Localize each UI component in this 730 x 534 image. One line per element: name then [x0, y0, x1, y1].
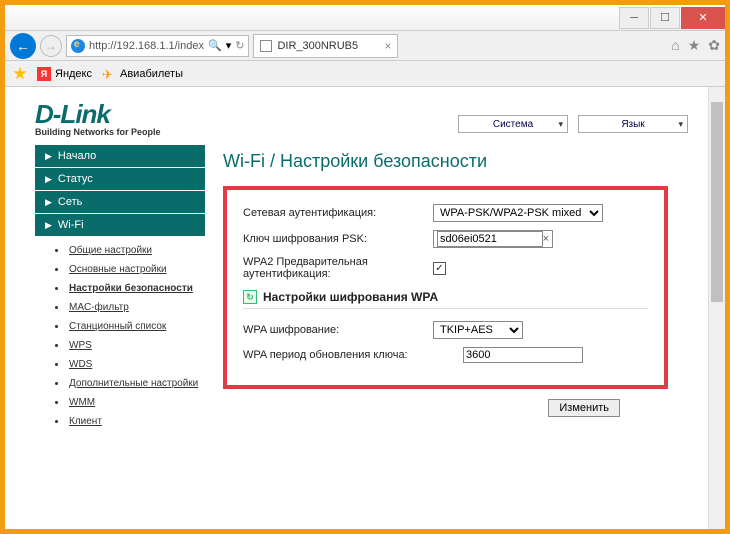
favorites-icon[interactable]: ★	[688, 37, 701, 54]
plane-icon	[102, 67, 116, 81]
subnav-wds[interactable]: WDS	[55, 355, 205, 374]
favorite-aviabilety[interactable]: Авиабилеты	[102, 67, 183, 81]
subnav-wps[interactable]: WPS	[55, 336, 205, 355]
section-wpa-encryption: ↻ Настройки шифрования WPA	[243, 290, 648, 309]
triangle-icon: ▶	[45, 151, 52, 162]
menu-language[interactable]: Язык	[578, 115, 688, 133]
nav-back-button[interactable]: ←	[10, 33, 36, 59]
triangle-icon: ▶	[45, 220, 52, 231]
window-minimize-button[interactable]: ─	[619, 7, 649, 29]
window-close-button[interactable]: ✕	[681, 7, 725, 29]
home-icon[interactable]: ⌂	[671, 37, 679, 54]
triangle-icon: ▶	[45, 174, 52, 185]
browser-tab[interactable]: DIR_300NRUB5 ×	[253, 34, 398, 58]
scrollbar-thumb[interactable]	[711, 102, 723, 302]
input-psk[interactable]	[437, 231, 543, 247]
psk-input-wrapper: ×	[433, 230, 553, 248]
yandex-icon: Я	[37, 67, 51, 81]
window-maximize-button[interactable]: ☐	[650, 7, 680, 29]
refresh-icon[interactable]: ↻	[235, 39, 244, 52]
favorite-label: Авиабилеты	[120, 68, 183, 80]
apply-button[interactable]: Изменить	[548, 399, 620, 417]
tools-icon[interactable]: ✿	[708, 37, 720, 54]
brand-tagline: Building Networks for People	[35, 127, 161, 137]
sidebar-item-status[interactable]: ▶Статус	[35, 168, 205, 191]
clear-icon[interactable]: ×	[543, 233, 549, 245]
favorites-bar: Я Яндекс Авиабилеты	[5, 61, 725, 87]
subnav-mac-filter[interactable]: MAC-фильтр	[55, 298, 205, 317]
label-encryption: WPA шифрование:	[243, 324, 433, 336]
tab-close-icon[interactable]: ×	[384, 39, 391, 53]
favorite-label: Яндекс	[55, 68, 92, 80]
add-favorite-button[interactable]	[13, 67, 27, 81]
checkbox-preauth[interactable]: ✓	[433, 262, 446, 275]
subnav-client[interactable]: Клиент	[55, 412, 205, 431]
sidebar-item-network[interactable]: ▶Сеть	[35, 191, 205, 214]
page-icon	[260, 40, 272, 52]
subnav-basic[interactable]: Основные настройки	[55, 260, 205, 279]
subnav-general[interactable]: Общие настройки	[55, 241, 205, 260]
subnav-advanced[interactable]: Дополнительные настройки	[55, 374, 205, 393]
brand-logo: D-Link	[35, 99, 161, 130]
sidebar-submenu: Общие настройки Основные настройки Настр…	[35, 237, 205, 435]
label-preauth: WPA2 Предварительная аутентификация:	[243, 256, 433, 280]
label-rekey-period: WPA период обновления ключа:	[243, 349, 463, 361]
menu-system[interactable]: Система	[458, 115, 568, 133]
triangle-icon: ▶	[45, 197, 52, 208]
page-title: Wi-Fi / Настройки безопасности	[223, 151, 668, 172]
address-bar[interactable]: http://192.168.1.1/index 🔍 ▾ ↻	[66, 35, 249, 57]
dropdown-icon[interactable]: ▾	[226, 39, 232, 52]
input-rekey-period[interactable]	[463, 347, 583, 363]
select-auth[interactable]: WPA-PSK/WPA2-PSK mixed	[433, 204, 603, 222]
ie-icon	[71, 39, 85, 53]
subnav-station-list[interactable]: Станционный список	[55, 317, 205, 336]
security-settings-panel: Сетевая аутентификация: WPA-PSK/WPA2-PSK…	[223, 186, 668, 389]
section-icon: ↻	[243, 290, 257, 304]
window-titlebar: ─ ☐ ✕	[5, 5, 725, 31]
subnav-security[interactable]: Настройки безопасности	[55, 279, 205, 298]
sidebar-item-wifi[interactable]: ▶Wi-Fi	[35, 214, 205, 237]
subnav-wmm[interactable]: WMM	[55, 393, 205, 412]
select-encryption[interactable]: TKIP+AES	[433, 321, 523, 339]
url-text: http://192.168.1.1/index	[89, 40, 204, 52]
star-icon	[13, 67, 27, 81]
favorite-yandex[interactable]: Я Яндекс	[37, 67, 92, 81]
nav-forward-button[interactable]: →	[40, 35, 62, 57]
tab-title: DIR_300NRUB5	[277, 40, 379, 52]
search-icon[interactable]: 🔍	[208, 39, 222, 52]
sidebar-item-start[interactable]: ▶Начало	[35, 145, 205, 168]
label-auth: Сетевая аутентификация:	[243, 207, 433, 219]
scrollbar[interactable]	[708, 87, 725, 529]
browser-toolbar: ← → http://192.168.1.1/index 🔍 ▾ ↻ DIR_3…	[5, 31, 725, 61]
label-psk: Ключ шифрования PSK:	[243, 233, 433, 245]
sidebar: ▶Начало ▶Статус ▶Сеть ▶Wi-Fi Общие настр…	[35, 145, 205, 435]
